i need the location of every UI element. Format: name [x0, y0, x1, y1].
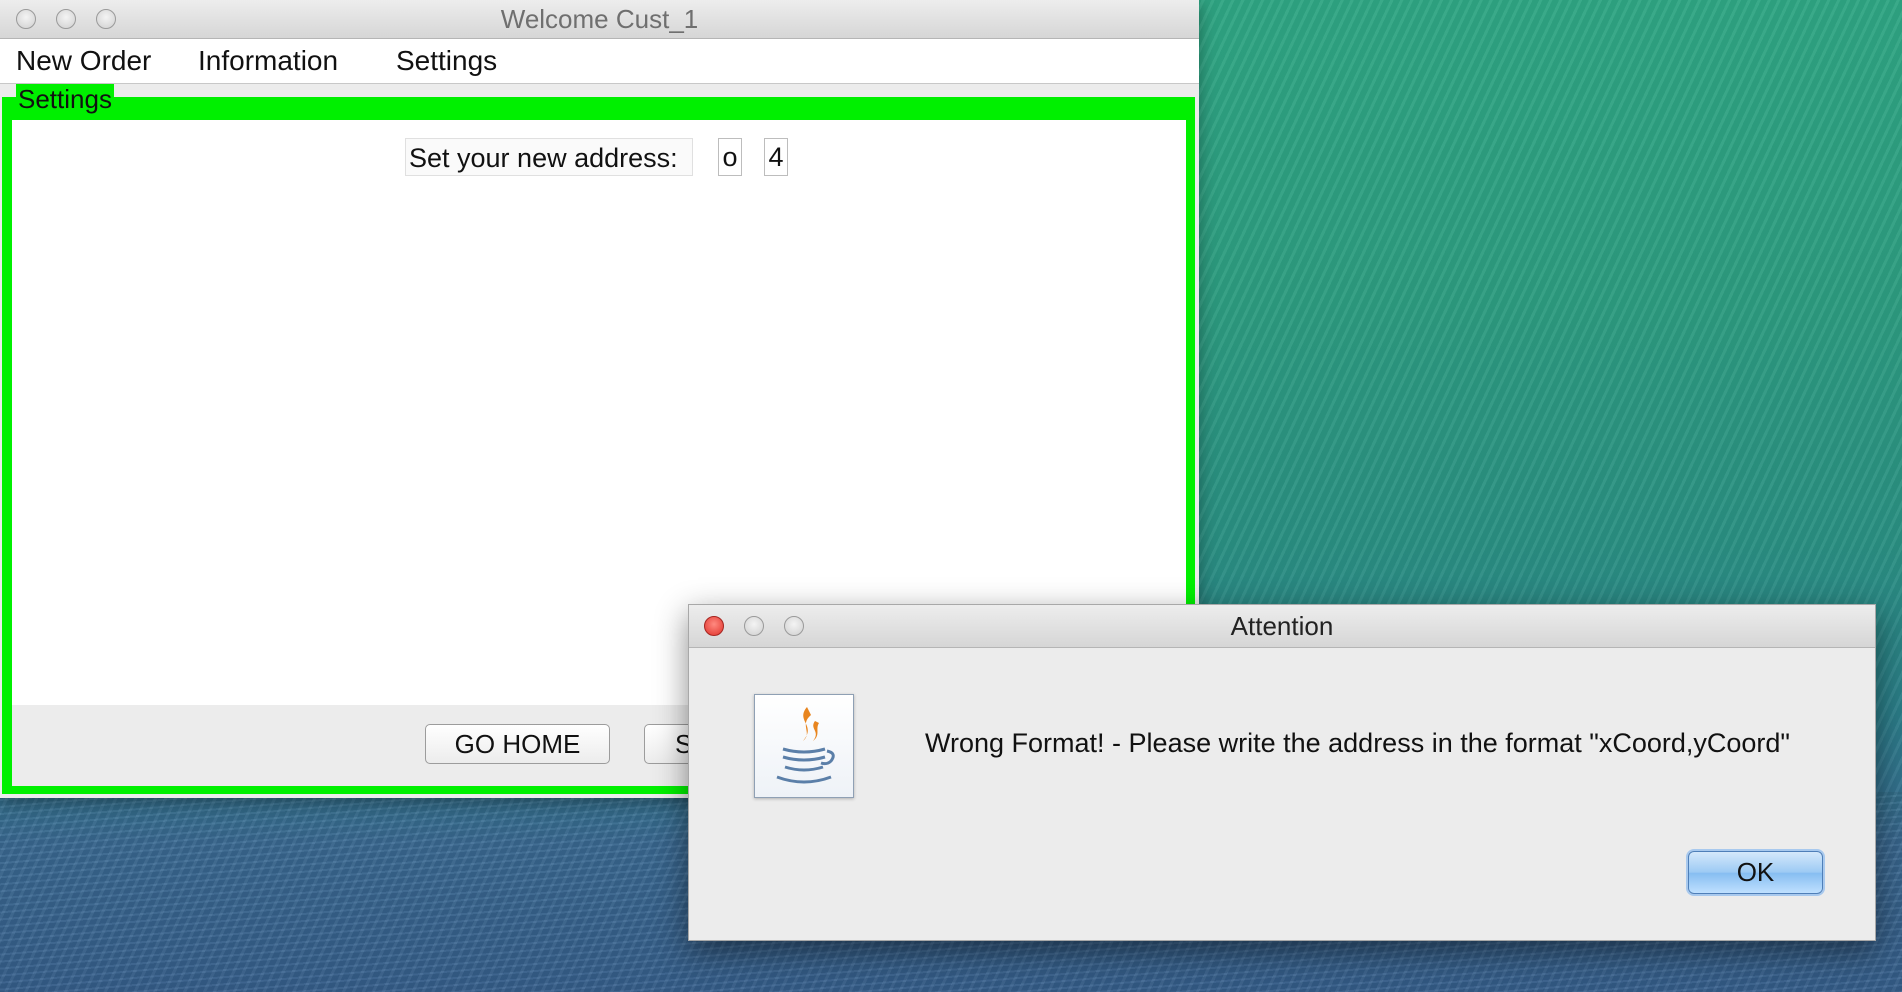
address-label: Set your new address:	[405, 138, 693, 176]
go-home-button[interactable]: GO HOME	[425, 724, 610, 764]
menu-information[interactable]: Information	[198, 45, 338, 77]
java-cup-icon	[754, 694, 854, 798]
dialog-title: Attention	[1230, 611, 1334, 641]
menu-bar: New Order Information Settings	[0, 39, 1199, 84]
menu-settings[interactable]: Settings	[396, 45, 497, 77]
attention-dialog: Attention Wrong Format! - Please write t…	[688, 604, 1876, 941]
address-y-field[interactable]: 4	[764, 138, 788, 176]
menu-new-order[interactable]: New Order	[16, 45, 151, 77]
window-title: Welcome Cust_1	[500, 4, 699, 34]
main-window-titlebar[interactable]: Welcome Cust_1	[0, 0, 1199, 39]
dialog-titlebar[interactable]: Attention	[689, 605, 1875, 648]
dialog-message: Wrong Format! - Please write the address…	[925, 728, 1791, 758]
address-x-field[interactable]: o	[718, 138, 742, 176]
ok-button[interactable]: OK	[1688, 851, 1823, 894]
settings-group-title: Settings	[16, 84, 114, 115]
